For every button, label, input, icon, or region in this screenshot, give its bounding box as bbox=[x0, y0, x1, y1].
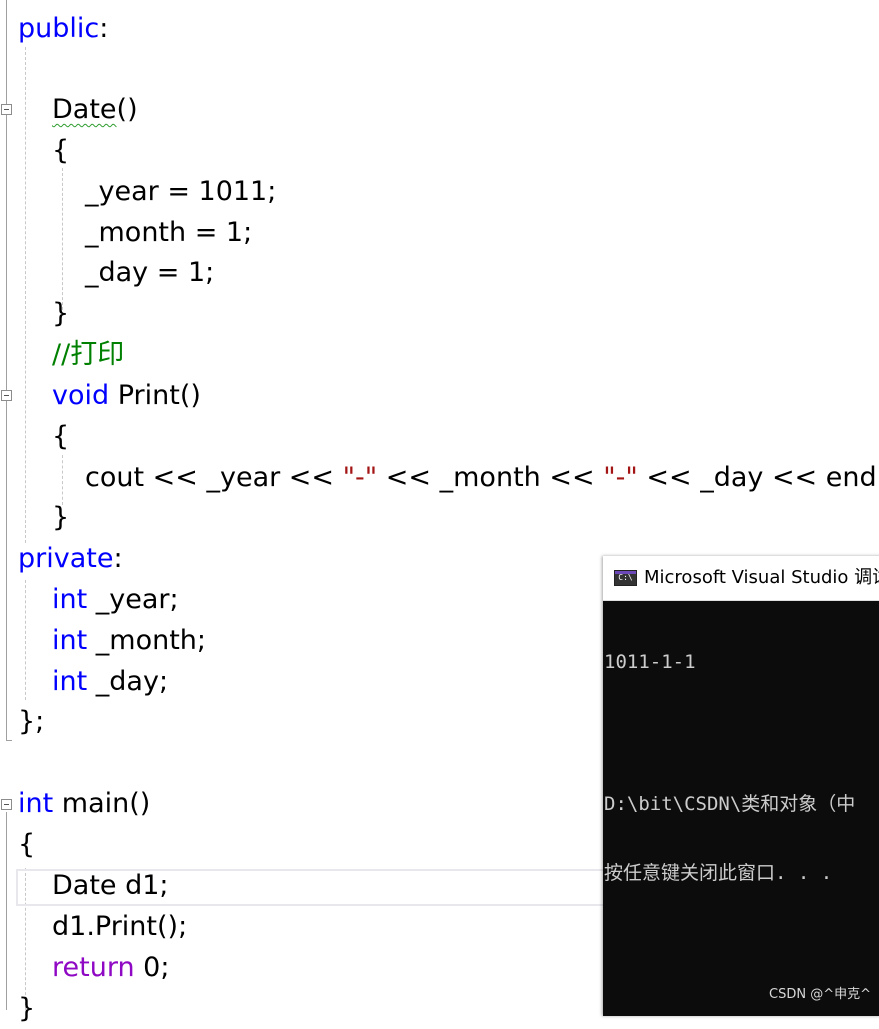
code-token: { bbox=[18, 829, 36, 860]
fold-guide-constructor bbox=[6, 116, 7, 332]
debug-console-window[interactable]: C:\ Microsoft Visual Studio 调试 1011-1-1 … bbox=[603, 556, 879, 1016]
code-token: //打印 bbox=[52, 339, 125, 370]
code-token: "-" bbox=[342, 462, 378, 493]
console-output-line: D:\bit\CSDN\类和对象（中 bbox=[604, 793, 856, 815]
fold-guide-print bbox=[6, 402, 7, 538]
code-token: Date bbox=[52, 94, 117, 125]
code-token: << _month << bbox=[377, 462, 604, 493]
code-token: _year; bbox=[87, 584, 179, 615]
console-app-icon: C:\ bbox=[614, 570, 637, 586]
code-text: int main() bbox=[18, 783, 150, 824]
code-token: main() bbox=[53, 788, 151, 819]
fold-guide-class-end bbox=[6, 740, 12, 741]
indent-guide-constructor-body bbox=[62, 168, 63, 310]
code-token: << _day << endl; bbox=[637, 462, 879, 493]
code-text: int _year; bbox=[52, 579, 179, 620]
code-text: public: bbox=[18, 8, 108, 49]
code-token: }; bbox=[18, 706, 45, 737]
code-token: cout << _year << bbox=[85, 462, 343, 493]
code-token: _day; bbox=[87, 666, 169, 697]
code-token: Date d1; bbox=[52, 870, 169, 901]
fold-guide-main bbox=[6, 812, 7, 1010]
code-token: public bbox=[18, 13, 100, 44]
code-text: _day = 1; bbox=[85, 252, 214, 293]
indent-guide-private bbox=[25, 580, 26, 700]
code-text: _month = 1; bbox=[85, 212, 252, 253]
code-token: : bbox=[99, 13, 109, 44]
console-output-line: 1011-1-1 bbox=[604, 651, 696, 673]
code-text: } bbox=[18, 988, 35, 1029]
code-text: } bbox=[52, 497, 69, 538]
code-token: void bbox=[52, 380, 110, 411]
code-text: Date() bbox=[52, 89, 138, 130]
code-text: private: bbox=[18, 538, 123, 579]
code-text: d1.Print(); bbox=[52, 906, 187, 947]
code-text: //打印 bbox=[52, 334, 124, 375]
watermark: CSDN @^申克^ bbox=[769, 987, 871, 1002]
code-token: int bbox=[52, 584, 88, 615]
code-token: () bbox=[116, 94, 138, 125]
code-token: _day = 1; bbox=[85, 257, 215, 288]
code-token: d1.Print(); bbox=[52, 911, 188, 942]
code-token: : bbox=[113, 543, 123, 574]
code-token: return bbox=[52, 952, 135, 983]
collapse-print-icon[interactable] bbox=[1, 390, 12, 401]
code-text: cout << _year << "-" << _month << "-" <<… bbox=[85, 457, 879, 498]
console-output-line: 按任意键关闭此窗口. . . bbox=[604, 862, 833, 884]
code-token: int bbox=[52, 666, 88, 697]
code-text: void Print() bbox=[52, 375, 201, 416]
code-text: _year = 1011; bbox=[85, 171, 276, 212]
code-token: _year = 1011; bbox=[85, 176, 277, 207]
code-text: } bbox=[52, 293, 69, 334]
code-token: { bbox=[52, 421, 70, 452]
code-token: } bbox=[52, 502, 70, 533]
code-token: private bbox=[18, 543, 114, 574]
code-token: Print() bbox=[109, 380, 201, 411]
code-text: { bbox=[52, 416, 69, 457]
code-token: 0; bbox=[134, 952, 170, 983]
console-title: Microsoft Visual Studio 调试 bbox=[644, 567, 879, 588]
console-titlebar[interactable]: C:\ Microsoft Visual Studio 调试 bbox=[603, 556, 879, 601]
code-text: int _month; bbox=[52, 620, 206, 661]
code-token: int bbox=[52, 625, 88, 656]
code-text: int _day; bbox=[52, 661, 168, 702]
code-text: Date d1; bbox=[52, 865, 169, 906]
code-token: } bbox=[18, 993, 36, 1024]
code-token: "-" bbox=[603, 462, 638, 493]
code-token: { bbox=[52, 135, 70, 166]
code-text: return 0; bbox=[52, 947, 169, 988]
code-token: } bbox=[52, 298, 70, 329]
code-text: }; bbox=[18, 701, 44, 742]
console-output: 1011-1-1 D:\bit\CSDN\类和对象（中 按任意键关闭此窗口. .… bbox=[603, 602, 855, 932]
code-token: int bbox=[18, 788, 54, 819]
collapse-main-icon[interactable] bbox=[1, 799, 12, 810]
code-token: _month; bbox=[87, 625, 207, 656]
code-text: { bbox=[52, 130, 69, 171]
code-token: _month = 1; bbox=[85, 217, 253, 248]
indent-guide-class bbox=[25, 47, 26, 543]
collapse-constructor-icon[interactable] bbox=[1, 104, 12, 115]
code-text: { bbox=[18, 824, 35, 865]
